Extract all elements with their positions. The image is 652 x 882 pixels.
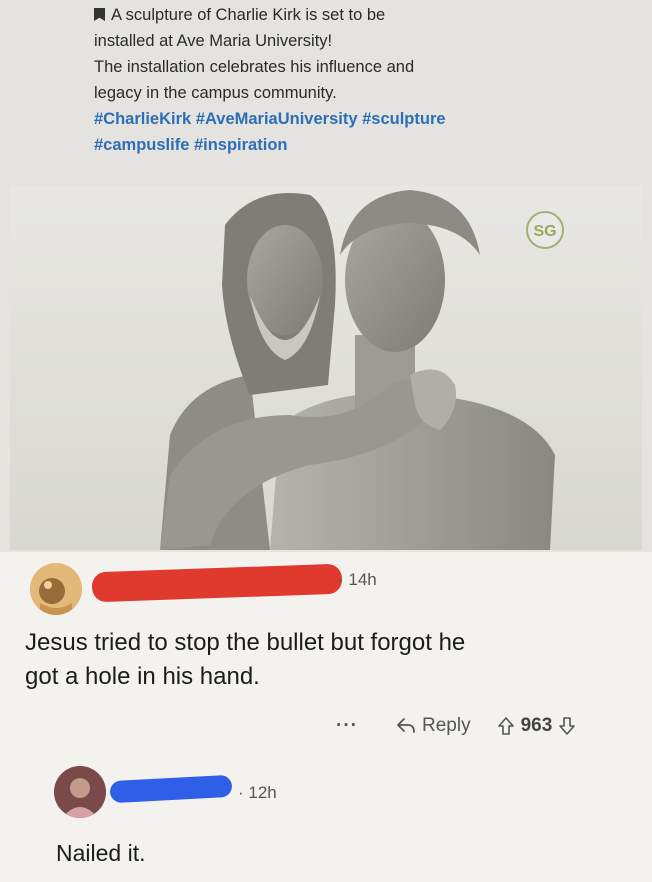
comment-timestamp: · 12h xyxy=(238,783,277,802)
caption-line: legacy in the campus community. xyxy=(94,84,337,102)
vote-score: 963 xyxy=(520,715,553,736)
vote-controls: 963 xyxy=(497,715,577,737)
avatar[interactable] xyxy=(30,563,82,615)
hashtag-links[interactable]: #CharlieKirk #AveMariaUniversity #sculpt… xyxy=(94,106,614,132)
downvote-arrow-icon[interactable] xyxy=(558,716,576,736)
reply-button[interactable]: Reply xyxy=(396,715,471,737)
reply-arrow-icon xyxy=(396,717,416,735)
caption-line: The installation celebrates his influenc… xyxy=(94,58,415,76)
comment-line: Jesus tried to stop the bullet but forgo… xyxy=(25,629,466,656)
caption-line: installed at Ave Maria University! xyxy=(94,32,333,50)
reply-label: Reply xyxy=(422,715,471,736)
watermark-text: SG xyxy=(533,223,556,240)
sculpture-image: SG xyxy=(10,185,642,550)
comment-body: Nailed it. xyxy=(56,840,146,866)
shared-post-screenshot: A sculpture of Charlie Kirk is set to be… xyxy=(0,0,652,552)
hashtag-links[interactable]: #campuslife #inspiration xyxy=(94,132,614,158)
comment-actions: ··· Reply 963 xyxy=(336,708,646,744)
avatar[interactable] xyxy=(54,766,106,818)
post-caption: A sculpture of Charlie Kirk is set to be… xyxy=(94,2,614,158)
upvote-arrow-icon[interactable] xyxy=(497,716,515,736)
caption-text-1: A sculpture of Charlie Kirk is set to be xyxy=(111,6,386,24)
bookmark-icon xyxy=(94,8,105,21)
caption-line: A sculpture of Charlie Kirk is set to be xyxy=(94,2,614,28)
comment-timestamp: · 14h xyxy=(338,570,377,589)
more-options-button[interactable]: ··· xyxy=(336,715,376,737)
comment-body: Jesus tried to stop the bullet but forgo… xyxy=(25,626,625,694)
comment-line: got a hole in his hand. xyxy=(25,663,260,690)
